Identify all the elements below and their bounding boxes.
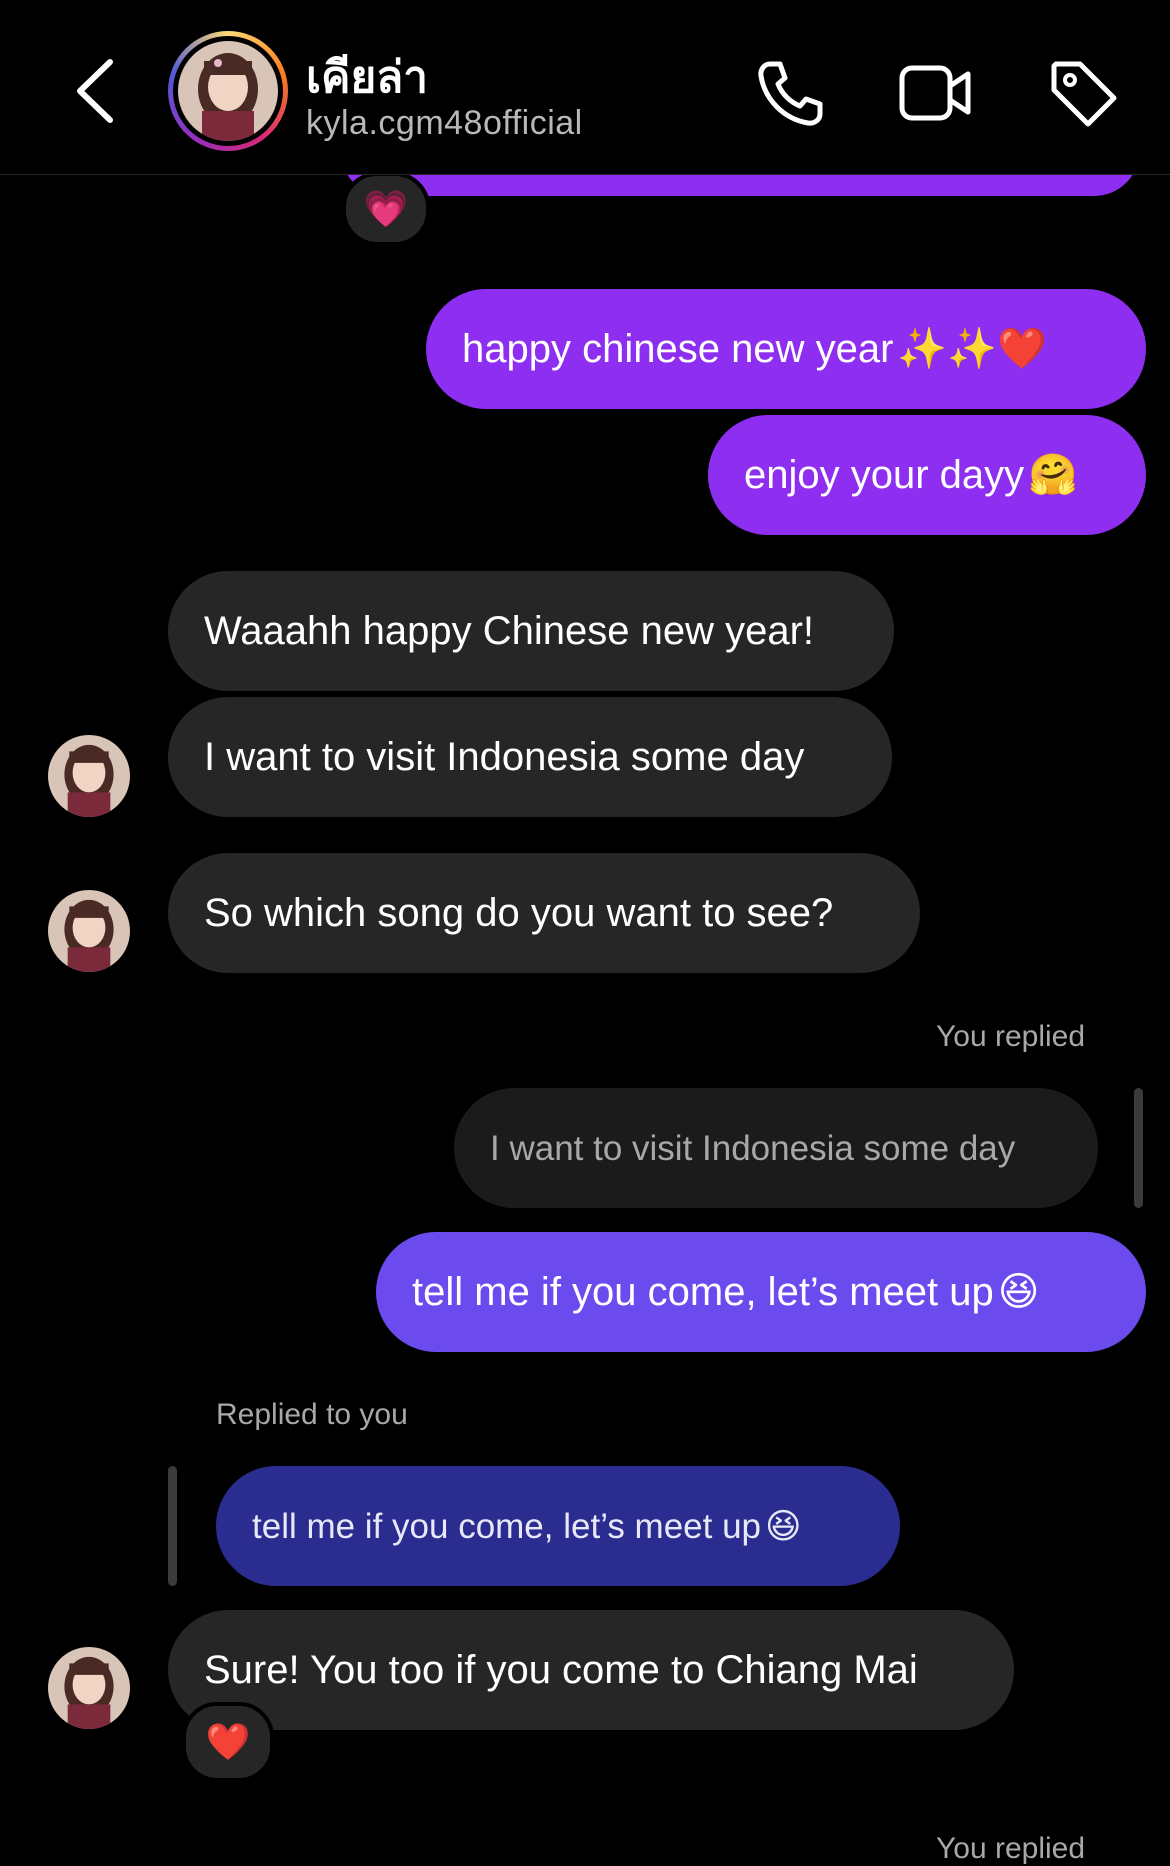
message-text: Waaahh happy Chinese new year!	[204, 609, 814, 653]
chat-header: เคียล่า kyla.cgm48official	[0, 0, 1170, 175]
quote-bar	[168, 1466, 177, 1586]
phone-icon[interactable]	[752, 56, 828, 132]
profile-avatar[interactable]	[168, 31, 288, 151]
message-bubble-incoming[interactable]: Sure! You too if you come to Chiang Mai	[168, 1610, 1014, 1730]
message-bubble-outgoing[interactable]: happy chinese new year ✨✨❤️	[426, 289, 1146, 409]
message-bubble-outgoing[interactable]: enjoy your dayy 🤗	[708, 415, 1146, 535]
message-text: Sure! You too if you come to Chiang Mai	[204, 1648, 918, 1692]
sender-avatar[interactable]	[48, 890, 130, 972]
quoted-text: I want to visit Indonesia some day	[490, 1128, 1016, 1168]
quoted-message[interactable]: tell me if you come, let’s meet up 😆	[216, 1466, 900, 1586]
message-emoji: 🤗	[1028, 453, 1078, 497]
message-text: enjoy your dayy	[744, 453, 1025, 497]
avatar-photo	[178, 41, 278, 141]
tag-icon[interactable]	[1046, 56, 1122, 132]
message-text: happy chinese new year	[462, 327, 894, 371]
quoted-emoji: 😆	[765, 1506, 802, 1546]
quoted-text: tell me if you come, let’s meet up	[252, 1506, 762, 1546]
message-text: I want to visit Indonesia some day	[204, 735, 805, 779]
message-bubble-incoming[interactable]: I want to visit Indonesia some day	[168, 697, 892, 817]
back-arrow-icon[interactable]	[70, 56, 120, 126]
message-emoji: 😆	[997, 1270, 1040, 1314]
message-emoji: ✨✨❤️	[897, 327, 1047, 371]
message-bubble-incoming[interactable]: So which song do you want to see?	[168, 853, 920, 973]
sender-avatar[interactable]	[48, 1647, 130, 1729]
quoted-message[interactable]: I want to visit Indonesia some day	[454, 1088, 1098, 1208]
reply-label: You replied	[936, 1020, 1086, 1053]
message-text: tell me if you come, let’s meet up	[412, 1270, 994, 1314]
message-bubble-incoming[interactable]: Waaahh happy Chinese new year!	[168, 571, 894, 691]
reply-label: You replied	[936, 1832, 1086, 1865]
heart-reaction[interactable]: 💗	[342, 172, 430, 246]
heart-reaction[interactable]: ❤️	[182, 1702, 274, 1782]
reply-label: Replied to you	[216, 1398, 408, 1431]
video-camera-icon[interactable]	[898, 56, 974, 132]
message-bubble-outgoing[interactable]: tell me if you come, let’s meet up 😆	[376, 1232, 1146, 1352]
contact-username[interactable]: kyla.cgm48official	[306, 104, 583, 143]
quote-bar	[1134, 1088, 1143, 1208]
sender-avatar[interactable]	[48, 735, 130, 817]
contact-name[interactable]: เคียล่า	[306, 42, 428, 112]
message-text: So which song do you want to see?	[204, 891, 834, 935]
